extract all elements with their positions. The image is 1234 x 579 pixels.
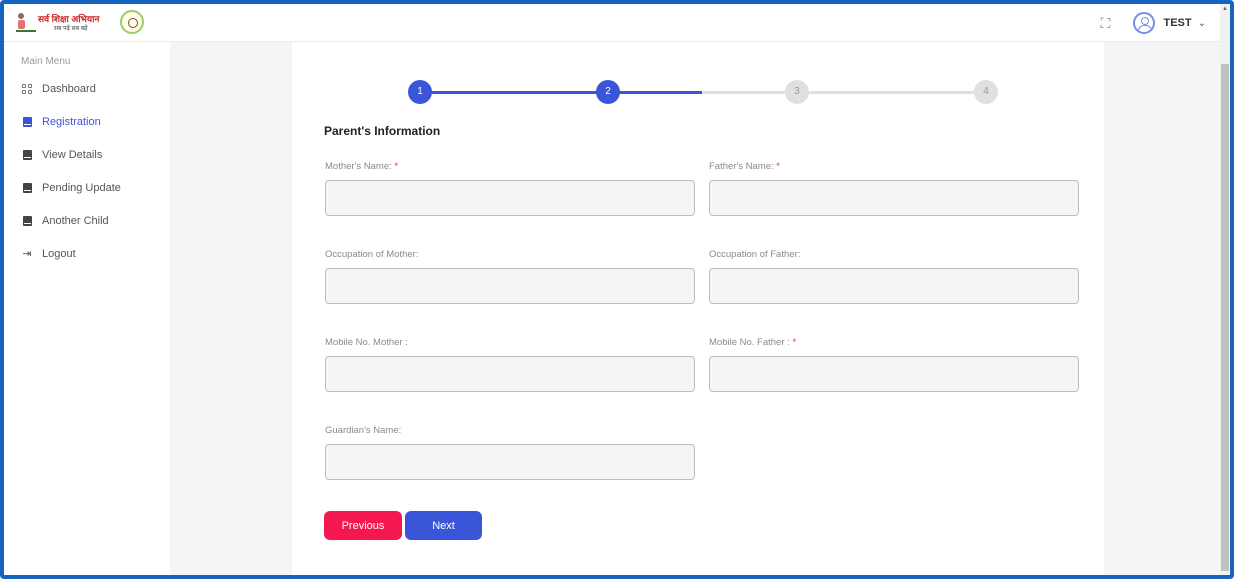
sidebar-item-label: Registration: [42, 115, 101, 128]
menu-title: Main Menu: [21, 56, 71, 67]
scrollbar[interactable]: ▲: [1220, 4, 1230, 575]
mobile-father-input[interactable]: [709, 356, 1079, 392]
sidebar-item-view-details[interactable]: View Details: [4, 138, 170, 171]
stepper: 1 2 3 4: [408, 80, 998, 104]
step-connector-progress: [610, 91, 702, 94]
guardian-name-label: Guardian's Name:: [325, 425, 402, 436]
scroll-up-icon[interactable]: ▲: [1222, 6, 1228, 12]
sidebar-item-label: Logout: [42, 247, 76, 260]
sidebar-item-label: Dashboard: [42, 82, 96, 95]
app-frame: सर्व शिक्षा अभियान सब पढ़ें सब बढ़ें ⛶ T…: [0, 0, 1234, 579]
step-3[interactable]: 3: [785, 80, 809, 104]
book-icon: [22, 182, 32, 193]
sidebar: Main Menu Dashboard Registration View De…: [4, 42, 170, 575]
sidebar-item-registration[interactable]: Registration: [4, 105, 170, 138]
sidebar-item-label: Pending Update: [42, 181, 121, 194]
user-avatar-icon[interactable]: [1133, 12, 1156, 34]
sidebar-item-another-child[interactable]: Another Child: [4, 204, 170, 237]
father-name-input[interactable]: [709, 180, 1079, 216]
guardian-name-input[interactable]: [325, 444, 695, 480]
mobile-mother-input[interactable]: [325, 356, 695, 392]
chevron-down-icon[interactable]: ⌄: [1198, 18, 1206, 29]
previous-button[interactable]: Previous: [324, 511, 402, 540]
occupation-mother-label: Occupation of Mother:: [325, 249, 419, 260]
sidebar-item-label: View Details: [42, 148, 103, 161]
next-button[interactable]: Next: [405, 511, 482, 540]
step-2[interactable]: 2: [596, 80, 620, 104]
sidebar-item-pending-update[interactable]: Pending Update: [4, 171, 170, 204]
sidebar-item-dashboard[interactable]: Dashboard: [4, 72, 170, 105]
logo[interactable]: सर्व शिक्षा अभियान सब पढ़ें सब बढ़ें: [14, 10, 114, 34]
header-actions: ⛶ TEST ⌄: [1095, 12, 1206, 34]
mother-name-input[interactable]: [325, 180, 695, 216]
step-1[interactable]: 1: [408, 80, 432, 104]
father-name-label: Father's Name: *: [709, 161, 780, 172]
required-marker: *: [776, 161, 780, 172]
sidebar-item-label: Another Child: [42, 214, 109, 227]
user-name[interactable]: TEST: [1163, 17, 1191, 29]
sidebar-item-logout[interactable]: ⇥ Logout: [4, 237, 170, 270]
mobile-mother-label: Mobile No. Mother :: [325, 337, 408, 348]
occupation-father-input[interactable]: [709, 268, 1079, 304]
logo-subtext: सब पढ़ें सब बढ़ें: [54, 26, 88, 32]
mother-name-label: Mother's Name: *: [325, 161, 399, 172]
emblem-icon: [120, 10, 144, 34]
book-icon: [22, 149, 32, 160]
required-marker: *: [792, 337, 797, 348]
logout-icon: ⇥: [22, 247, 32, 260]
fullscreen-icon[interactable]: ⛶: [1095, 13, 1115, 33]
form-card: 1 2 3 4 Parent's Information Mother's Na…: [292, 42, 1104, 575]
scrollbar-thumb[interactable]: [1221, 64, 1229, 571]
book-icon: [22, 116, 32, 127]
book-icon: [22, 215, 32, 226]
occupation-mother-input[interactable]: [325, 268, 695, 304]
required-marker: *: [394, 161, 399, 172]
step-connector-pending: [702, 91, 986, 94]
occupation-father-label: Occupation of Father:: [709, 249, 801, 260]
step-connector-completed: [420, 91, 610, 94]
grid-icon: [22, 83, 32, 94]
top-bar: सर्व शिक्षा अभियान सब पढ़ें सब बढ़ें ⛶ T…: [4, 4, 1230, 42]
mobile-father-label: Mobile No. Father : *: [709, 337, 797, 348]
logo-figure-icon: [16, 13, 36, 32]
step-4[interactable]: 4: [974, 80, 998, 104]
section-title: Parent's Information: [324, 124, 441, 138]
